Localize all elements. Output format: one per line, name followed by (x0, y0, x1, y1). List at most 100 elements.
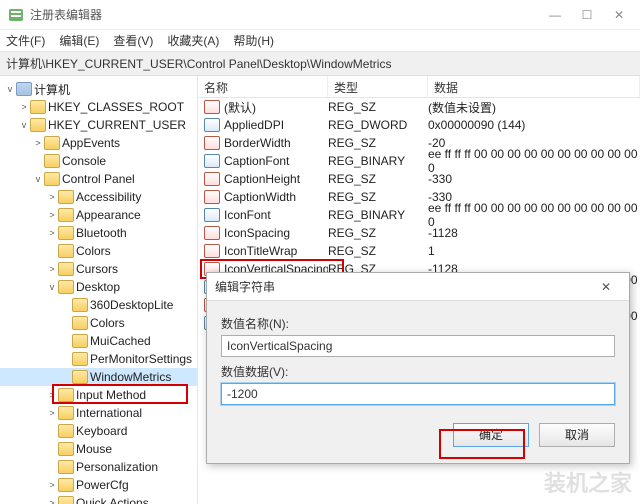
value-name-label: 数值名称(N): (221, 315, 615, 332)
tree-item[interactable]: >Input Method (0, 386, 197, 404)
value-row[interactable]: IconFontREG_BINARYee ff ff ff 00 00 00 0… (198, 206, 640, 224)
tree-item[interactable]: Keyboard (0, 422, 197, 440)
tree-item[interactable]: >Bluetooth (0, 224, 197, 242)
value-data-input[interactable] (221, 383, 615, 405)
folder-icon (72, 334, 88, 348)
value-row[interactable]: CaptionHeightREG_SZ-330 (198, 170, 640, 188)
value-type: REG_SZ (328, 100, 428, 114)
value-name-input[interactable] (221, 335, 615, 357)
value-type: REG_SZ (328, 190, 428, 204)
tree-item[interactable]: MuiCached (0, 332, 197, 350)
tree-panel: v 计算机 >HKEY_CLASSES_ROOTvHKEY_CURRENT_US… (0, 76, 198, 504)
tree-label: Bluetooth (76, 226, 127, 240)
tree-item[interactable]: vControl Panel (0, 170, 197, 188)
tree-label: Colors (76, 244, 111, 258)
value-icon (204, 226, 220, 240)
tree-label: HKEY_CLASSES_ROOT (48, 100, 184, 114)
tree-item[interactable]: >Quick Actions (0, 494, 197, 504)
value-name: CaptionFont (224, 154, 328, 168)
value-icon (204, 136, 220, 150)
value-data: ee ff ff ff 00 00 00 00 00 00 00 00 00 0… (428, 147, 640, 175)
menu-help[interactable]: 帮助(H) (233, 32, 274, 49)
value-row[interactable]: (默认)REG_SZ(数值未设置) (198, 98, 640, 116)
value-type: REG_SZ (328, 226, 428, 240)
address-bar[interactable]: 计算机\HKEY_CURRENT_USER\Control Panel\Desk… (0, 52, 640, 76)
tree-item[interactable]: Colors (0, 314, 197, 332)
col-type[interactable]: 类型 (328, 76, 428, 97)
tree-label: Input Method (76, 388, 146, 402)
col-name[interactable]: 名称 (198, 76, 328, 97)
tree-label: International (76, 406, 142, 420)
tree-item[interactable]: >PowerCfg (0, 476, 197, 494)
tree-root[interactable]: v 计算机 (0, 80, 197, 98)
folder-icon (30, 118, 46, 132)
value-data: 0x00000090 (144) (428, 118, 640, 132)
tree-item[interactable]: Mouse (0, 440, 197, 458)
tree-root-label: 计算机 (34, 81, 70, 98)
watermark: 装机之家 (544, 466, 632, 498)
tree-item[interactable]: PerMonitorSettings (0, 350, 197, 368)
value-name: IconFont (224, 208, 328, 222)
tree-label: PowerCfg (76, 478, 129, 492)
list-header: 名称 类型 数据 (198, 76, 640, 98)
value-icon (204, 208, 220, 222)
value-name: BorderWidth (224, 136, 328, 150)
folder-icon (58, 226, 74, 240)
value-type: REG_SZ (328, 172, 428, 186)
tree-label: MuiCached (90, 334, 151, 348)
tree-item[interactable]: WindowMetrics (0, 368, 197, 386)
titlebar: 注册表编辑器 — ☐ ✕ (0, 0, 640, 30)
tree-label: 360DesktopLite (90, 298, 173, 312)
menu-view[interactable]: 查看(V) (113, 32, 153, 49)
tree-label: WindowMetrics (90, 370, 171, 384)
address-text: 计算机\HKEY_CURRENT_USER\Control Panel\Desk… (6, 55, 391, 72)
tree-item[interactable]: Personalization (0, 458, 197, 476)
tree-item[interactable]: 360DesktopLite (0, 296, 197, 314)
edit-string-dialog: 编辑字符串 ✕ 数值名称(N): 数值数据(V): 确定 取消 (206, 272, 630, 464)
folder-icon (30, 100, 46, 114)
value-icon (204, 190, 220, 204)
close-button[interactable]: ✕ (612, 8, 626, 22)
value-type: REG_SZ (328, 244, 428, 258)
tree-item[interactable]: >AppEvents (0, 134, 197, 152)
value-row[interactable]: CaptionFontREG_BINARYee ff ff ff 00 00 0… (198, 152, 640, 170)
tree-item[interactable]: vDesktop (0, 278, 197, 296)
value-icon (204, 244, 220, 258)
menu-file[interactable]: 文件(F) (6, 32, 45, 49)
value-data-label: 数值数据(V): (221, 363, 615, 380)
dialog-title: 编辑字符串 (215, 278, 591, 295)
folder-icon (58, 460, 74, 474)
menubar: 文件(F) 编辑(E) 查看(V) 收藏夹(A) 帮助(H) (0, 30, 640, 52)
folder-icon (58, 478, 74, 492)
dialog-close-button[interactable]: ✕ (591, 280, 621, 294)
maximize-button[interactable]: ☐ (580, 8, 594, 22)
cancel-button[interactable]: 取消 (539, 423, 615, 447)
menu-favorites[interactable]: 收藏夹(A) (167, 32, 219, 49)
ok-button[interactable]: 确定 (453, 423, 529, 447)
regedit-icon (8, 7, 24, 23)
folder-icon (44, 154, 60, 168)
value-data: ee ff ff ff 00 00 00 00 00 00 00 00 00 0… (428, 201, 640, 229)
value-data: 1 (428, 244, 640, 258)
minimize-button[interactable]: — (548, 8, 562, 22)
tree-item[interactable]: Console (0, 152, 197, 170)
value-data: -1128 (428, 226, 640, 240)
tree-item[interactable]: vHKEY_CURRENT_USER (0, 116, 197, 134)
menu-edit[interactable]: 编辑(E) (59, 32, 99, 49)
tree-item[interactable]: >Cursors (0, 260, 197, 278)
tree-label: Cursors (76, 262, 118, 276)
computer-icon (16, 82, 32, 96)
value-icon (204, 118, 220, 132)
value-row[interactable]: IconSpacingREG_SZ-1128 (198, 224, 640, 242)
tree-item[interactable]: Colors (0, 242, 197, 260)
tree-item[interactable]: >Accessibility (0, 188, 197, 206)
value-type: REG_BINARY (328, 154, 428, 168)
tree-item[interactable]: >Appearance (0, 206, 197, 224)
value-row[interactable]: IconTitleWrapREG_SZ1 (198, 242, 640, 260)
value-data: -330 (428, 172, 640, 186)
tree-item[interactable]: >International (0, 404, 197, 422)
tree-item[interactable]: >HKEY_CLASSES_ROOT (0, 98, 197, 116)
tree-label: Keyboard (76, 424, 127, 438)
value-row[interactable]: AppliedDPIREG_DWORD0x00000090 (144) (198, 116, 640, 134)
col-data[interactable]: 数据 (428, 76, 640, 97)
